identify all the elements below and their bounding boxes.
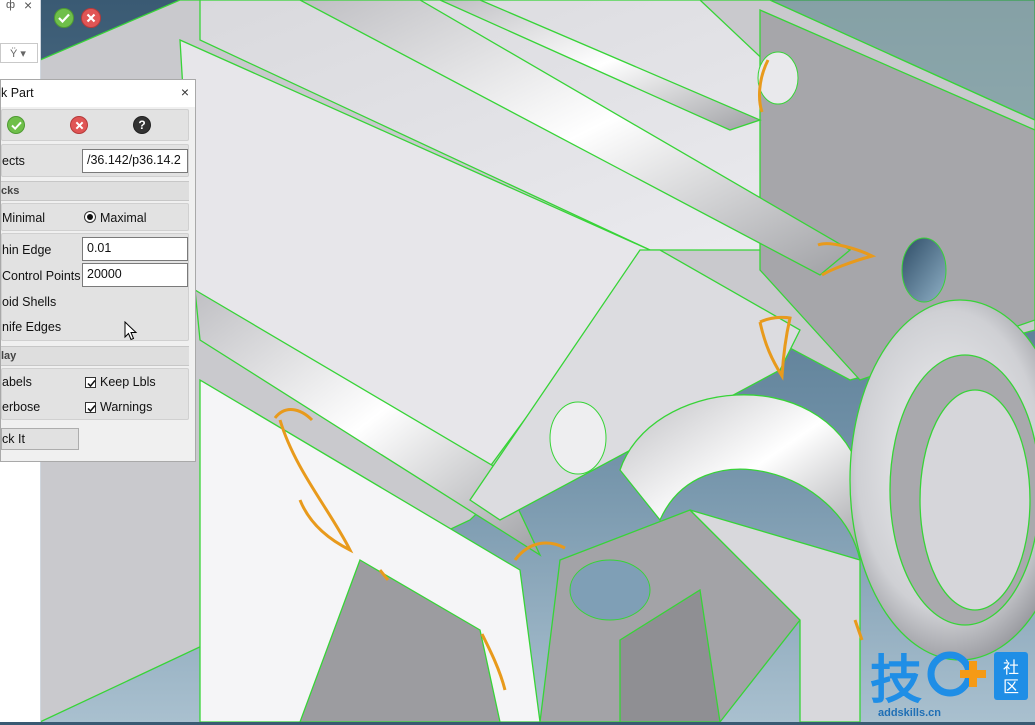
watermark-badge: 社区 xyxy=(1003,658,1019,696)
maximal-label[interactable]: Maximal xyxy=(100,211,147,225)
thresholds-group: hin Edge 0.01 Control Points 20000 oid S… xyxy=(1,233,189,341)
objects-label: ects xyxy=(2,154,25,168)
checkmark-icon xyxy=(87,380,96,388)
control-points-label: Control Points xyxy=(2,269,81,283)
minimal-label[interactable]: Minimal xyxy=(2,211,45,225)
objects-field[interactable]: /36.142/p36.14.2 xyxy=(82,149,188,173)
dialog-action-bar: ? xyxy=(1,109,189,141)
keep-lbls-label[interactable]: Keep Lbls xyxy=(100,375,156,389)
bolt-hole xyxy=(757,51,799,105)
dialog-cancel-button[interactable] xyxy=(70,116,88,134)
close-icon[interactable]: × xyxy=(24,0,32,13)
filter-combo[interactable]: Ÿ ▾ xyxy=(0,43,38,63)
min-edge-field[interactable]: 0.01 xyxy=(82,237,188,261)
mouse-cursor-icon xyxy=(124,321,138,341)
warnings-checkbox[interactable] xyxy=(85,402,96,413)
mode-row: Minimal Maximal xyxy=(1,203,189,231)
check-icon xyxy=(10,121,22,130)
min-edge-label: hin Edge xyxy=(2,243,52,257)
display-section-header[interactable]: lay xyxy=(1,346,189,366)
bolt-hole xyxy=(569,559,651,621)
display-group: abels Keep Lbls erbose Warnings xyxy=(1,368,189,420)
knife-edges-label[interactable]: nife Edges xyxy=(2,320,61,334)
labels-label[interactable]: abels xyxy=(2,375,32,389)
control-points-field[interactable]: 20000 xyxy=(82,263,188,287)
ok-button[interactable] xyxy=(54,8,74,28)
dialog-title: k Part xyxy=(1,86,34,100)
watermark-logo: 技 社区 addskills.cn xyxy=(868,646,1032,720)
cancel-button[interactable] xyxy=(81,8,101,28)
checkmark-icon xyxy=(87,405,96,413)
bolt-hole xyxy=(549,401,607,475)
check-icon xyxy=(58,13,70,23)
watermark-graphic: 技 社区 addskills.cn xyxy=(870,651,1028,719)
verbose-label[interactable]: erbose xyxy=(2,400,40,414)
keep-lbls-checkbox[interactable] xyxy=(85,377,96,388)
help-icon[interactable]: ? xyxy=(133,116,151,134)
dialog-close-icon[interactable]: × xyxy=(181,84,189,100)
dialog-ok-button[interactable] xyxy=(7,116,25,134)
watermark-main-glyph: 技 xyxy=(870,651,922,711)
check-it-button[interactable]: ck It xyxy=(1,428,79,450)
filter-icon: Ÿ ▾ xyxy=(10,48,26,60)
cross-icon xyxy=(86,13,96,23)
checks-section-header[interactable]: cks xyxy=(1,181,189,201)
warnings-label[interactable]: Warnings xyxy=(100,400,152,414)
objects-row: ects /36.142/p36.14.2 xyxy=(1,144,189,177)
watermark-url: addskills.cn xyxy=(878,707,941,719)
dialog-titlebar[interactable]: k Part × xyxy=(1,80,195,107)
pin-icon[interactable]: ф xyxy=(6,0,15,11)
maximal-radio[interactable] xyxy=(84,211,96,223)
check-part-dialog: k Part × ? ects /36.142/p36.14.2 cks Min… xyxy=(0,79,196,462)
void-shells-label[interactable]: oid Shells xyxy=(2,295,56,309)
cross-icon xyxy=(75,121,83,129)
bolt-hole xyxy=(901,237,947,303)
